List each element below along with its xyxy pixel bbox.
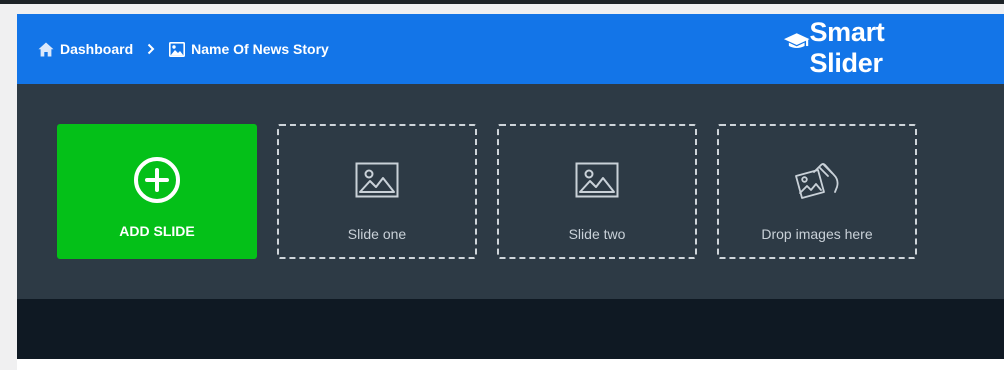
breadcrumb: Dashboard Name Of News Story bbox=[38, 14, 329, 84]
window-top-border bbox=[0, 0, 1004, 4]
logo-text: Smart Slider bbox=[809, 17, 885, 78]
breadcrumb-current-label: Name Of News Story bbox=[191, 41, 329, 57]
header-bar: Dashboard Name Of News Story Smart Slide… bbox=[17, 14, 1004, 84]
slide-placeholder-one[interactable]: Slide one bbox=[277, 124, 477, 259]
drop-images-zone[interactable]: Drop images here bbox=[717, 124, 917, 259]
smart-slider-logo: Smart Slider bbox=[782, 17, 962, 78]
home-icon bbox=[38, 42, 54, 57]
slide-two-label: Slide two bbox=[568, 226, 626, 242]
hand-photo-icon bbox=[795, 163, 839, 199]
breadcrumb-current[interactable]: Name Of News Story bbox=[169, 41, 329, 57]
image-icon bbox=[575, 162, 619, 198]
slider-editor: Dashboard Name Of News Story Smart Slide… bbox=[17, 14, 1004, 370]
image-icon bbox=[169, 41, 186, 57]
slides-area: ADD SLIDE Slide one Slide two Drop image… bbox=[17, 84, 1004, 299]
add-slide-label: ADD SLIDE bbox=[119, 223, 195, 239]
slide-placeholder-two[interactable]: Slide two bbox=[497, 124, 697, 259]
image-icon bbox=[355, 162, 399, 198]
logo-mark-icon bbox=[783, 33, 810, 48]
plus-circle-icon bbox=[134, 157, 180, 203]
slide-one-label: Slide one bbox=[347, 226, 407, 242]
chevron-right-icon bbox=[147, 43, 155, 55]
breadcrumb-dashboard-link[interactable]: Dashboard bbox=[38, 41, 133, 57]
drop-images-label: Drop images here bbox=[761, 226, 873, 242]
breadcrumb-dashboard-label: Dashboard bbox=[60, 41, 134, 57]
add-slide-button[interactable]: ADD SLIDE bbox=[57, 124, 257, 259]
timeline-strip bbox=[17, 299, 1004, 359]
